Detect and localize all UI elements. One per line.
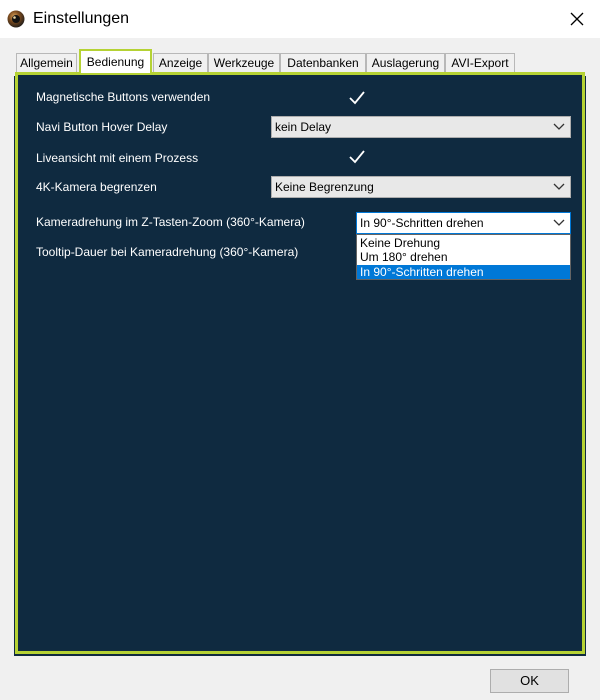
checkmark-icon <box>349 150 365 164</box>
close-icon <box>570 12 584 26</box>
live-view-checkbox[interactable] <box>348 148 366 166</box>
chevron-down-icon <box>553 123 565 130</box>
navi-hover-delay-value: kein Delay <box>275 120 332 134</box>
navi-hover-delay-select[interactable]: kein Delay <box>271 116 571 138</box>
chevron-down-icon <box>553 183 565 190</box>
settings-window: Einstellungen Allgemein Bedienung Anzeig… <box>0 0 600 700</box>
live-view-label: Liveansicht mit einem Prozess <box>36 151 199 165</box>
tab-avi-export[interactable]: AVI-Export <box>445 53 515 72</box>
chevron-down-icon <box>553 219 565 226</box>
magnetic-buttons-checkbox[interactable] <box>348 89 366 107</box>
checkmark-icon <box>349 91 365 105</box>
dropdown-option-keine-drehung[interactable]: Keine Drehung <box>357 236 570 250</box>
close-button[interactable] <box>554 0 600 38</box>
tooltip-duration-label: Tooltip-Dauer bei Kameradrehung (360°-Ka… <box>36 245 299 259</box>
magnetic-buttons-label: Magnetische Buttons verwenden <box>36 90 211 104</box>
navi-hover-delay-label: Navi Button Hover Delay <box>36 120 168 134</box>
dropdown-option-um-180[interactable]: Um 180° drehen <box>357 250 570 264</box>
tab-anzeige[interactable]: Anzeige <box>153 53 208 72</box>
tab-bedienung[interactable]: Bedienung <box>79 49 152 73</box>
title-bar[interactable]: Einstellungen <box>0 0 600 38</box>
camera-rotation-select[interactable]: In 90°-Schritten drehen <box>356 212 571 234</box>
app-logo-icon <box>7 10 25 28</box>
limit-4k-label: 4K-Kamera begrenzen <box>36 180 157 194</box>
camera-rotation-label: Kameradrehung im Z-Tasten-Zoom (360°-Kam… <box>36 215 305 229</box>
tab-allgemein[interactable]: Allgemein <box>16 53 77 72</box>
tab-datenbanken[interactable]: Datenbanken <box>280 53 366 72</box>
dropdown-option-90-schritte[interactable]: In 90°-Schritten drehen <box>357 265 570 279</box>
window-frame-left <box>0 76 14 656</box>
tab-auslagerung[interactable]: Auslagerung <box>366 53 445 72</box>
limit-4k-value: Keine Begrenzung <box>275 180 374 194</box>
camera-rotation-dropdown: Keine Drehung Um 180° drehen In 90°-Schr… <box>356 234 571 280</box>
ok-button[interactable]: OK <box>490 669 569 693</box>
window-title: Einstellungen <box>33 10 130 27</box>
camera-rotation-value: In 90°-Schritten drehen <box>360 216 484 230</box>
tab-werkzeuge[interactable]: Werkzeuge <box>208 53 280 72</box>
limit-4k-select[interactable]: Keine Begrenzung <box>271 176 571 198</box>
window-frame-right <box>586 76 600 656</box>
